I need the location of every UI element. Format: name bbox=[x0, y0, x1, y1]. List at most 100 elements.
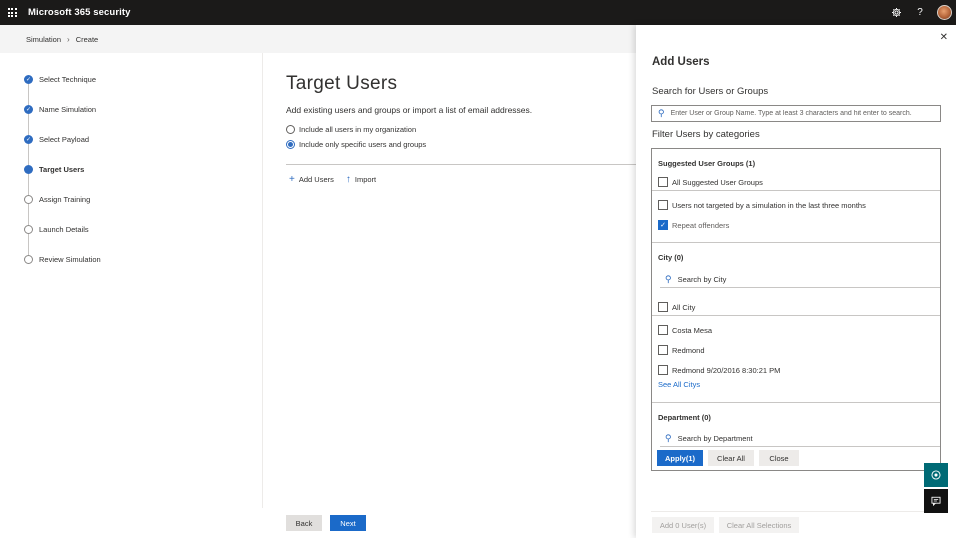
close-button[interactable]: Close bbox=[759, 450, 799, 466]
radio-button-selected[interactable] bbox=[286, 140, 295, 149]
step-label: Assign Training bbox=[39, 195, 91, 204]
checkbox-label: Costa Mesa bbox=[672, 325, 713, 335]
checkbox-label: Users not targeted by a simulation in th… bbox=[672, 200, 866, 210]
checkbox[interactable] bbox=[658, 365, 668, 375]
filter-divider bbox=[652, 242, 940, 243]
search-icon: ⚲ bbox=[658, 108, 665, 118]
current-step-dot bbox=[24, 165, 33, 174]
clear-all-selections-button[interactable]: Clear All Selections bbox=[719, 517, 799, 533]
department-heading: Department (0) bbox=[658, 413, 711, 422]
radio-label: Include all users in my organization bbox=[299, 125, 417, 134]
checkbox-all-suggested[interactable]: All Suggested User Groups bbox=[658, 177, 763, 187]
search-icon: ⚲ bbox=[665, 432, 672, 443]
search-heading: Search for Users or Groups bbox=[652, 86, 769, 97]
step-select-technique[interactable]: ✓ Select Technique bbox=[24, 75, 101, 105]
back-button[interactable]: Back bbox=[286, 515, 322, 531]
section-divider bbox=[286, 164, 636, 165]
checkbox-label: All Suggested User Groups bbox=[672, 177, 763, 187]
help-icon[interactable]: ? bbox=[908, 0, 932, 25]
city-search-input[interactable] bbox=[677, 274, 918, 284]
filter-heading: Filter Users by categories bbox=[652, 129, 760, 140]
filter-button-row: Apply(1) Clear All Close bbox=[657, 450, 804, 466]
radio-button[interactable] bbox=[286, 125, 295, 134]
page-title: Target Users bbox=[286, 73, 398, 94]
step-label: Target Users bbox=[39, 165, 85, 174]
checkbox-label: All City bbox=[672, 302, 696, 312]
city-heading: City (0) bbox=[658, 253, 684, 262]
step-select-payload[interactable]: ✓ Select Payload bbox=[24, 135, 101, 165]
checkbox-label: Redmond 9/20/2016 8:30:21 PM bbox=[672, 365, 781, 375]
import-label: Import bbox=[354, 175, 377, 184]
checkmark-icon: ✓ bbox=[24, 75, 33, 84]
upload-arrow-icon: ↑ bbox=[345, 173, 351, 185]
chevron-right-icon: › bbox=[67, 35, 70, 44]
app-title[interactable]: Microsoft 365 security bbox=[28, 7, 131, 18]
panel-title: Add Users bbox=[652, 56, 710, 68]
user-avatar[interactable] bbox=[937, 5, 952, 20]
pending-step-dot bbox=[24, 195, 33, 204]
search-icon: ⚲ bbox=[665, 273, 672, 284]
feedback-chat-icon[interactable] bbox=[924, 489, 948, 513]
checkbox-not-targeted[interactable]: Users not targeted by a simulation in th… bbox=[658, 200, 866, 210]
wizard-steps: ✓ Select Technique ✓ Name Simulation ✓ S… bbox=[24, 75, 101, 285]
breadcrumb: Simulation › Create bbox=[26, 35, 98, 44]
apply-button[interactable]: Apply(1) bbox=[657, 450, 703, 466]
filter-divider bbox=[652, 190, 940, 191]
step-label: Select Payload bbox=[39, 135, 90, 144]
wizard-divider bbox=[262, 53, 263, 508]
step-review-simulation[interactable]: Review Simulation bbox=[24, 255, 101, 285]
department-search-input[interactable] bbox=[677, 433, 918, 443]
plus-icon: + bbox=[289, 173, 295, 185]
panel-footer-divider bbox=[651, 511, 941, 512]
add-users-label: Add Users bbox=[298, 175, 334, 184]
filter-categories-box: Suggested User Groups (1) All Suggested … bbox=[651, 148, 941, 471]
settings-gear-icon[interactable] bbox=[884, 0, 908, 25]
checkbox-repeat-offenders[interactable]: ✓ Repeat offenders bbox=[658, 220, 729, 230]
radio-label: Include only specific users and groups bbox=[299, 140, 427, 149]
close-icon[interactable]: ✕ bbox=[940, 32, 948, 43]
checkbox-costa-mesa[interactable]: Costa Mesa bbox=[658, 325, 712, 335]
checkbox-all-city[interactable]: All City bbox=[658, 302, 695, 312]
checkmark-icon: ✓ bbox=[24, 105, 33, 114]
see-all-cities-link[interactable]: See All Citys bbox=[658, 380, 700, 389]
step-assign-training[interactable]: Assign Training bbox=[24, 195, 101, 225]
pending-step-dot bbox=[24, 225, 33, 234]
radio-include-all[interactable]: Include all users in my organization bbox=[286, 125, 416, 134]
page-subtitle: Add existing users and groups or import … bbox=[286, 105, 533, 115]
breadcrumb-create: Create bbox=[75, 35, 99, 44]
step-label: Review Simulation bbox=[39, 255, 101, 264]
step-target-users[interactable]: Target Users bbox=[24, 165, 101, 195]
import-button[interactable]: ↑ Import bbox=[345, 173, 377, 185]
checkbox[interactable] bbox=[658, 302, 668, 312]
step-label: Select Technique bbox=[39, 75, 96, 84]
checkbox-redmond-dated[interactable]: Redmond 9/20/2016 8:30:21 PM bbox=[658, 365, 780, 375]
user-search-box[interactable]: ⚲ bbox=[651, 105, 941, 122]
breadcrumb-simulation[interactable]: Simulation bbox=[26, 35, 61, 44]
checkbox[interactable] bbox=[658, 345, 668, 355]
app-launcher-icon[interactable] bbox=[0, 0, 24, 25]
add-users-button[interactable]: + Add Users bbox=[289, 173, 334, 185]
clear-all-button[interactable]: Clear All bbox=[708, 450, 754, 466]
step-label: Name Simulation bbox=[39, 105, 97, 114]
step-name-simulation[interactable]: ✓ Name Simulation bbox=[24, 105, 101, 135]
checkmark-icon: ✓ bbox=[24, 135, 33, 144]
checkbox-redmond[interactable]: Redmond bbox=[658, 345, 705, 355]
top-bar: Microsoft 365 security ? bbox=[0, 0, 956, 25]
checkbox-label: Redmond bbox=[672, 345, 705, 355]
add-selected-users-button[interactable]: Add 0 User(s) bbox=[652, 517, 714, 533]
checkbox[interactable] bbox=[658, 177, 668, 187]
action-bar: + Add Users ↑ Import bbox=[289, 173, 388, 185]
checkbox[interactable] bbox=[658, 200, 668, 210]
radio-include-specific[interactable]: Include only specific users and groups bbox=[286, 140, 426, 149]
step-launch-details[interactable]: Launch Details bbox=[24, 225, 101, 255]
checkbox-label: Repeat offenders bbox=[672, 220, 730, 230]
help-circle-icon[interactable] bbox=[924, 463, 948, 487]
department-search-box[interactable]: ⚲ bbox=[660, 430, 940, 447]
next-button[interactable]: Next bbox=[330, 515, 366, 531]
pending-step-dot bbox=[24, 255, 33, 264]
city-search-box[interactable]: ⚲ bbox=[660, 271, 940, 288]
step-label: Launch Details bbox=[39, 225, 89, 234]
checkbox[interactable] bbox=[658, 325, 668, 335]
checkbox-checked[interactable]: ✓ bbox=[658, 220, 668, 230]
user-search-input[interactable] bbox=[670, 110, 931, 117]
